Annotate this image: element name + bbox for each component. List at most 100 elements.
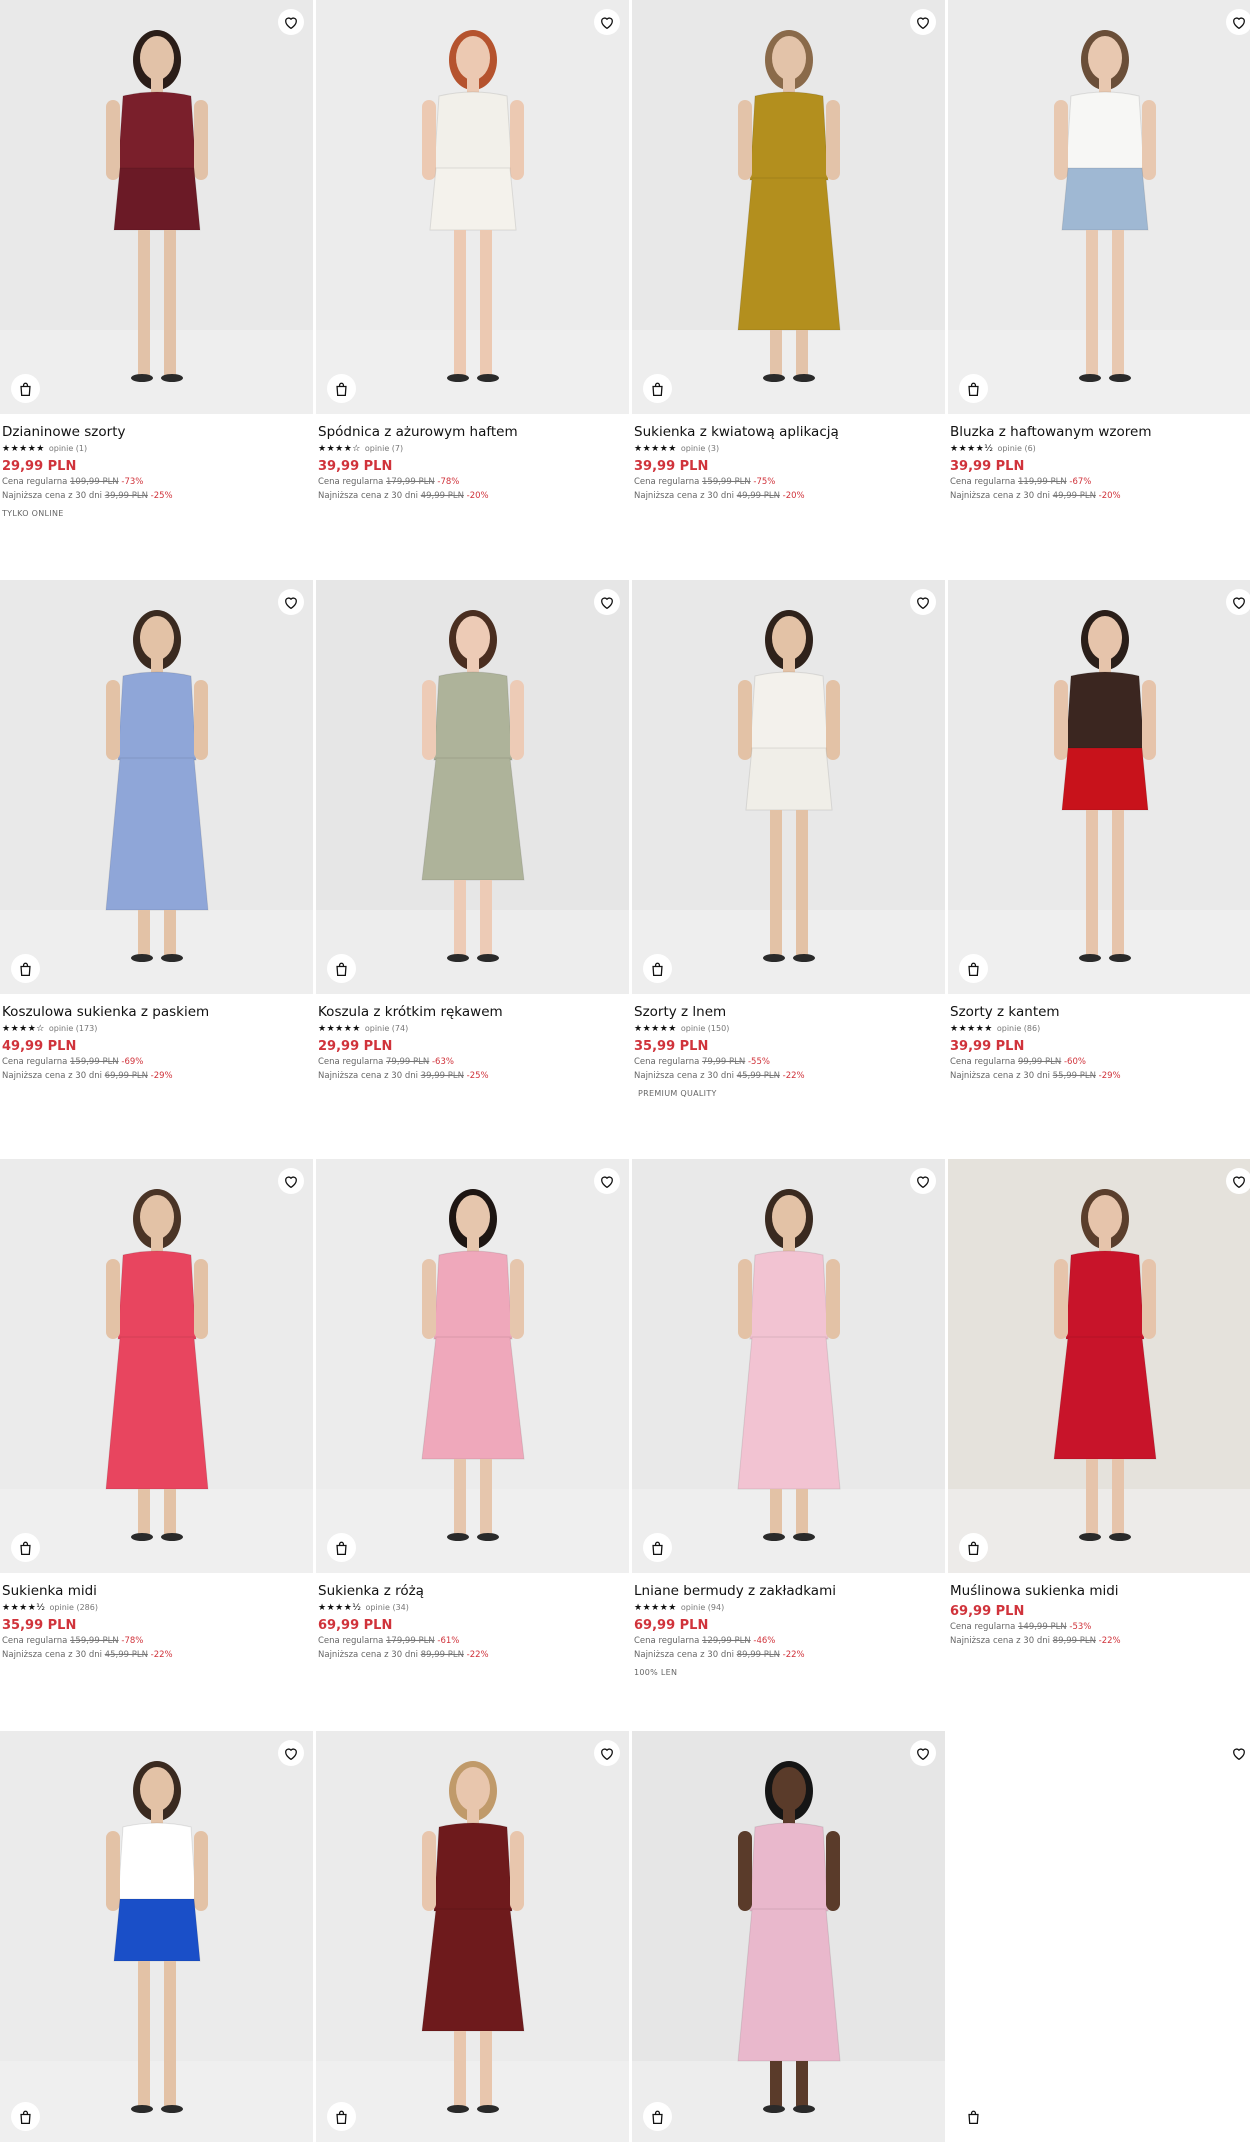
regular-price-label: Cena regularna [634,1636,700,1646]
product-name[interactable]: Sukienka midi [2,1582,312,1600]
lowest-discount: -20% [782,491,805,501]
sale-price: 29,99 PLN [318,1039,393,1054]
lowest-price: Najniższa cena z 30 dni 49,99 PLN -20% [318,489,628,503]
product-image[interactable] [632,0,945,414]
product-info: Spódnica z ażurowym haftem ★★★★☆ opinie … [318,423,628,503]
shopping-bag-icon[interactable] [959,374,988,403]
product-image[interactable] [0,1731,313,2142]
lowest-discount: -22% [466,1650,489,1660]
review-count[interactable]: opinie (74) [365,1024,408,1033]
shopping-bag-icon[interactable] [327,374,356,403]
lowest-discount: -22% [1098,1636,1121,1646]
lowest-price-old: 89,99 PLN [736,1650,780,1660]
regular-price-label: Cena regularna [2,477,68,487]
shopping-bag-icon[interactable] [327,954,356,983]
product-image[interactable] [632,1731,945,2142]
product-image[interactable] [948,580,1250,994]
lowest-discount: -29% [1098,1071,1121,1081]
heart-outline-icon[interactable] [278,589,304,615]
lowest-discount: -20% [466,491,489,501]
lowest-price-label: Najniższa cena z 30 dni [318,1071,418,1081]
shopping-bag-icon[interactable] [11,374,40,403]
heart-outline-icon[interactable] [278,1168,304,1194]
product-name[interactable]: Sukienka z różą [318,1582,628,1600]
product-name[interactable]: Dzianinowe szorty [2,423,312,441]
shopping-bag-icon[interactable] [11,954,40,983]
heart-outline-icon[interactable] [278,9,304,35]
product-image[interactable] [316,580,629,994]
review-count[interactable]: opinie (1) [49,444,87,453]
shopping-bag-icon[interactable] [327,2102,356,2131]
product-image[interactable] [948,1731,1250,2142]
regular-price-label: Cena regularna [634,1057,700,1067]
review-count[interactable]: opinie (150) [681,1024,729,1033]
rating: ★★★★½ opinie (286) [2,1601,312,1614]
product-name[interactable]: Szorty z kantem [950,1003,1250,1021]
lowest-price-old: 49,99 PLN [1052,491,1096,501]
product-image[interactable] [948,0,1250,414]
heart-outline-icon[interactable] [594,9,620,35]
rating: ★★★★★ opinie (1) [2,442,312,455]
heart-outline-icon[interactable] [594,1168,620,1194]
product-name[interactable]: Bluzka z haftowanym wzorem [950,423,1250,441]
regular-price-old: 109,99 PLN [70,477,119,487]
product-image[interactable] [632,580,945,994]
shopping-bag-icon[interactable] [643,1533,672,1562]
shopping-bag-icon[interactable] [327,1533,356,1562]
heart-outline-icon[interactable] [278,1740,304,1766]
rating: ★★★★★ opinie (3) [634,442,944,455]
review-count[interactable]: opinie (86) [997,1024,1040,1033]
sale-price: 39,99 PLN [634,459,709,474]
shopping-bag-icon[interactable] [643,954,672,983]
product-info: Szorty z lnem ★★★★★ opinie (150) 35,99 P… [634,1003,944,1098]
review-count[interactable]: opinie (3) [681,444,719,453]
review-count[interactable]: opinie (94) [681,1603,724,1612]
regular-price-label: Cena regularna [318,1636,384,1646]
product-name[interactable]: Sukienka z kwiatową aplikacją [634,423,944,441]
star-rating-icon: ★★★★☆ [318,443,361,454]
review-count[interactable]: opinie (7) [365,444,403,453]
shopping-bag-icon[interactable] [11,1533,40,1562]
shopping-bag-icon[interactable] [11,2102,40,2131]
shopping-bag-icon[interactable] [959,1533,988,1562]
regular-discount: -78% [437,477,460,487]
product-image[interactable] [316,1731,629,2142]
product-image[interactable] [948,1159,1250,1573]
sale-price: 39,99 PLN [950,1039,1025,1054]
product-name[interactable]: Muślinowa sukienka midi [950,1582,1250,1600]
lowest-price: Najniższa cena z 30 dni 39,99 PLN -25% [2,489,312,503]
product-name[interactable]: Szorty z lnem [634,1003,944,1021]
review-count[interactable]: opinie (6) [998,444,1036,453]
shopping-bag-icon[interactable] [959,2102,988,2131]
shopping-bag-icon[interactable] [643,374,672,403]
heart-outline-icon[interactable] [910,1740,936,1766]
product-name[interactable]: Spódnica z ażurowym haftem [318,423,628,441]
review-count[interactable]: opinie (34) [366,1603,409,1612]
lowest-price-label: Najniższa cena z 30 dni [950,1071,1050,1081]
product-image[interactable] [0,0,313,414]
product-image[interactable] [0,580,313,994]
product-name[interactable]: Koszula z krótkim rękawem [318,1003,628,1021]
review-count[interactable]: opinie (173) [49,1024,97,1033]
heart-outline-icon[interactable] [1226,589,1250,615]
regular-discount: -73% [121,477,144,487]
heart-outline-icon[interactable] [1226,9,1250,35]
product-image[interactable] [316,0,629,414]
heart-outline-icon[interactable] [1226,1740,1250,1766]
shopping-bag-icon[interactable] [643,2102,672,2131]
heart-outline-icon[interactable] [910,1168,936,1194]
product-image[interactable] [0,1159,313,1573]
product-image[interactable] [316,1159,629,1573]
heart-outline-icon[interactable] [1226,1168,1250,1194]
product-name[interactable]: Lniane bermudy z zakładkami [634,1582,944,1600]
heart-outline-icon[interactable] [910,589,936,615]
star-rating-icon: ★★★★★ [634,1023,677,1034]
heart-outline-icon[interactable] [594,589,620,615]
review-count[interactable]: opinie (286) [50,1603,98,1612]
product-name[interactable]: Koszulowa sukienka z paskiem [2,1003,312,1021]
product-info: Dzianinowe szorty ★★★★★ opinie (1) 29,99… [2,423,312,518]
shopping-bag-icon[interactable] [959,954,988,983]
product-image[interactable] [632,1159,945,1573]
heart-outline-icon[interactable] [910,9,936,35]
heart-outline-icon[interactable] [594,1740,620,1766]
